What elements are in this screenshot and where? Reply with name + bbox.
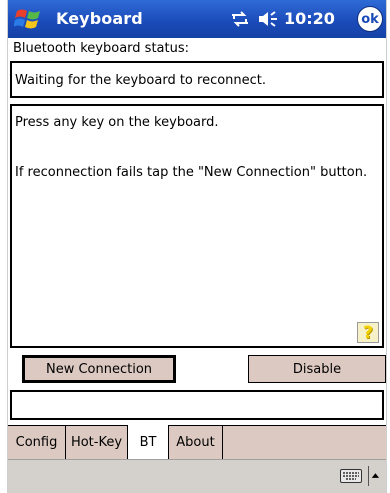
screen: Keyboard 10:20 ok Bluetooth keyboard sta…	[7, 0, 387, 493]
app-title: Keyboard	[56, 9, 143, 28]
instruction-text: If reconnection fails tap the "New Conne…	[15, 165, 368, 180]
instruction-text: Press any key on the keyboard.	[15, 115, 219, 130]
tab-bt[interactable]: BT	[127, 425, 168, 460]
help-icon[interactable]: ?	[357, 322, 379, 343]
new-connection-button[interactable]: New Connection	[22, 355, 176, 383]
keyboard-icon[interactable]	[340, 469, 362, 483]
status-label: Bluetooth keyboard status:	[13, 41, 189, 56]
ok-button[interactable]: ok	[357, 6, 383, 32]
clock[interactable]: 10:20	[284, 9, 335, 28]
status-display: Waiting for the keyboard to reconnect.	[10, 61, 384, 98]
tab-about[interactable]: About	[168, 425, 223, 459]
title-bar: Keyboard 10:20 ok	[8, 0, 386, 38]
disable-button[interactable]: Disable	[248, 355, 386, 383]
instructions-panel: Press any key on the keyboard. If reconn…	[10, 104, 384, 348]
tab-config[interactable]: Config	[8, 425, 65, 459]
connectivity-icon[interactable]	[230, 10, 250, 28]
tab-strip: Config Hot-Key BT About	[8, 425, 386, 460]
command-bar	[8, 459, 386, 493]
volume-icon[interactable]	[257, 9, 279, 29]
text-field[interactable]	[10, 390, 384, 420]
up-arrow-icon[interactable]	[368, 466, 380, 486]
tab-hot-key[interactable]: Hot-Key	[65, 425, 127, 459]
windows-flag-icon[interactable]	[14, 6, 44, 32]
